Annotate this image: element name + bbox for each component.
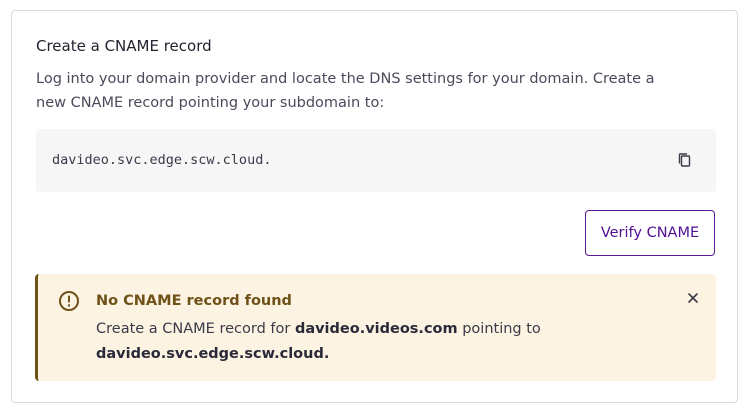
alert-body: Create a CNAME record for davideo.videos… bbox=[96, 317, 656, 367]
cname-target-value[interactable]: davideo.svc.edge.scw.cloud. bbox=[52, 150, 271, 170]
verify-cname-button[interactable]: Verify CNAME bbox=[585, 210, 715, 256]
alert-domain: davideo.videos.com bbox=[294, 321, 458, 337]
no-cname-alert: No CNAME record found Create a CNAME rec… bbox=[35, 274, 716, 381]
copy-icon[interactable] bbox=[676, 151, 694, 169]
section-description: Log into your domain provider and locate… bbox=[36, 71, 655, 111]
close-icon[interactable] bbox=[686, 290, 700, 304]
alert-body-middle: pointing to bbox=[457, 321, 541, 337]
alert-target: davideo.svc.edge.scw.cloud. bbox=[96, 346, 330, 362]
cname-setup-card: Create a CNAME record Log into your doma… bbox=[11, 10, 738, 403]
section-title: Create a CNAME record bbox=[36, 37, 212, 55]
alert-body-prefix: Create a CNAME record for bbox=[96, 321, 295, 337]
cname-target-box: davideo.svc.edge.scw.cloud. bbox=[36, 129, 716, 192]
alert-title: No CNAME record found bbox=[96, 293, 292, 309]
warning-circle-icon bbox=[58, 290, 80, 312]
